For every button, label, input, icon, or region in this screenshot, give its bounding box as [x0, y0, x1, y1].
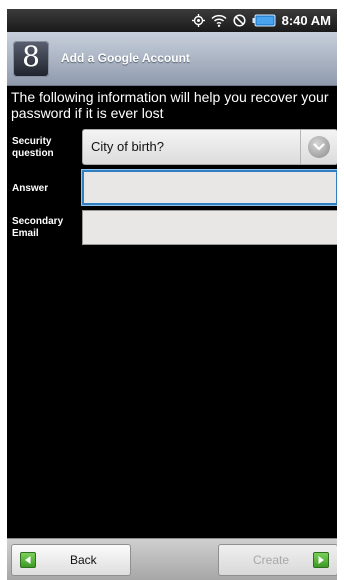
- back-button[interactable]: Back: [11, 544, 131, 576]
- secondary-email-input[interactable]: [82, 210, 337, 245]
- security-question-value: City of birth?: [91, 139, 164, 154]
- back-button-label: Back: [70, 553, 97, 567]
- secondary-email-label-line2: Email: [12, 228, 39, 239]
- arrow-left-icon: [20, 552, 36, 568]
- secondary-email-label: Secondary Email: [12, 216, 78, 240]
- title-bar: 8 Add a Google Account: [7, 32, 337, 86]
- create-button-label: Create: [253, 553, 290, 567]
- create-button[interactable]: Create: [218, 544, 337, 576]
- security-question-select[interactable]: City of birth?: [82, 129, 337, 165]
- chevron-down-icon: [308, 136, 330, 158]
- answer-input[interactable]: [82, 170, 337, 205]
- bottom-bar: Back Create: [7, 538, 337, 580]
- battery-icon: [252, 14, 276, 27]
- google-logo-glyph: 8: [22, 40, 40, 73]
- security-question-label-line1: Security: [12, 136, 52, 147]
- dropdown-button[interactable]: [300, 130, 337, 164]
- secondary-email-label-line1: Secondary: [12, 216, 64, 227]
- page-title: Add a Google Account: [61, 51, 190, 65]
- wifi-icon: [211, 14, 227, 27]
- clock: 8:40 AM: [281, 13, 331, 28]
- status-icons: 8:40 AM: [191, 9, 331, 32]
- security-question-label: Security question: [12, 136, 78, 160]
- security-question-label-line2: question: [12, 148, 54, 159]
- do-not-disturb-icon: [233, 14, 246, 27]
- google-app-icon: 8: [13, 41, 49, 77]
- status-bar: 8:40 AM: [7, 9, 337, 32]
- gps-icon: [191, 14, 205, 27]
- answer-label: Answer: [12, 183, 49, 194]
- arrow-right-icon: [313, 552, 329, 568]
- phone-screen: 8:40 AM 8 Add a Google Account The follo…: [7, 9, 337, 580]
- intro-text: The following information will help you …: [11, 89, 329, 121]
